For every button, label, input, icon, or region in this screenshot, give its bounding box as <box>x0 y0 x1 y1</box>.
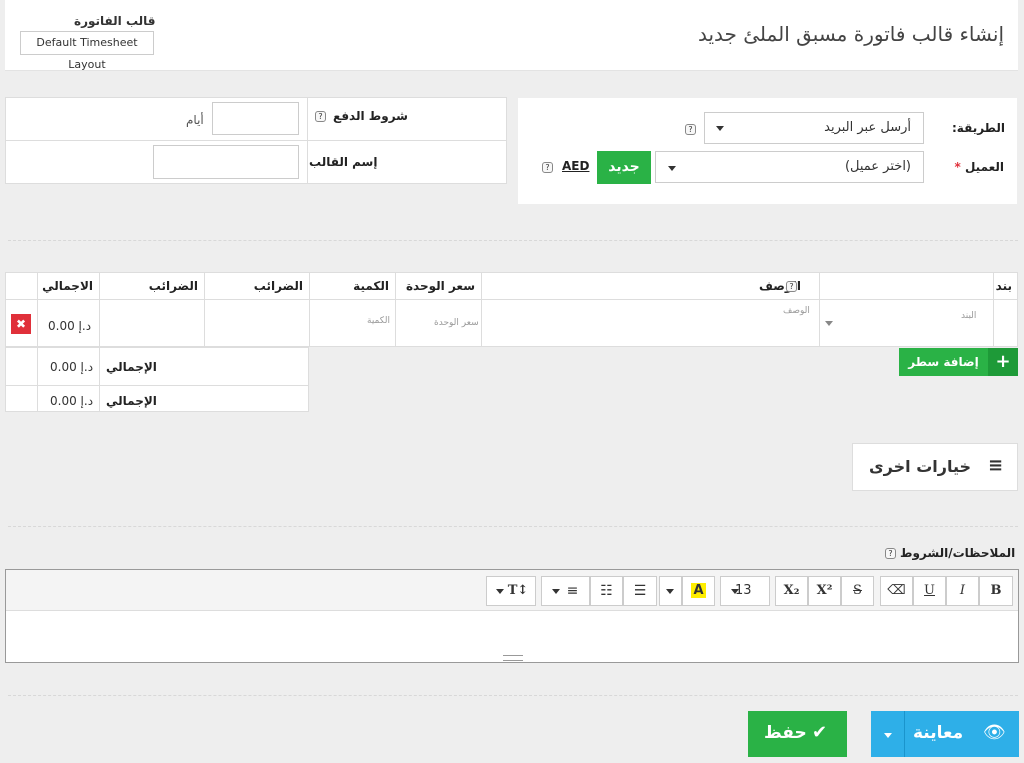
eraser-icon[interactable]: ⌫ <box>880 576 913 606</box>
bold-button[interactable]: B <box>979 576 1013 606</box>
menu-icon: ≡ <box>988 455 1004 476</box>
header-unit-price: سعر الوحدة <box>395 273 481 300</box>
chevron-down-icon <box>884 733 892 738</box>
description-input[interactable]: الوصف <box>783 306 810 316</box>
currency-link[interactable]: AED <box>562 159 589 173</box>
items-table: بند الوصف ? سعر الوحدة الكمية الضرائب ال… <box>5 272 1018 347</box>
header-description: الوصف <box>481 273 819 300</box>
save-label: حفظ <box>764 723 807 743</box>
bullet-list-icon[interactable]: ☰ <box>623 576 657 606</box>
panel-divider <box>6 140 506 141</box>
header-spacer <box>6 273 37 300</box>
item-select[interactable]: البند <box>961 311 976 321</box>
help-icon[interactable]: ? <box>685 124 696 135</box>
save-button[interactable]: حفظ ✔ <box>748 711 847 757</box>
header-total: الاجمالي <box>37 273 99 300</box>
total-value: 0.00 د.إ <box>50 394 94 408</box>
totals-row: الإجمالي 0.00 د.إ <box>5 347 309 386</box>
unit-price-input[interactable]: سعر الوحدة <box>434 318 479 328</box>
divider <box>8 240 1018 241</box>
chevron-down-icon <box>666 589 674 594</box>
chevron-down-icon <box>668 166 676 171</box>
preview-button[interactable]: معاينة 👁 <box>871 711 1019 757</box>
template-name-input[interactable] <box>153 145 299 179</box>
row-total: 0.00 د.إ <box>48 319 92 333</box>
days-label: أيام <box>186 113 204 127</box>
template-select-button[interactable]: Default Timesheet Layout <box>20 31 154 71</box>
column-divider <box>37 273 38 347</box>
column-divider <box>204 273 205 347</box>
strike-button[interactable]: S <box>841 576 874 606</box>
preview-label: معاينة <box>913 723 964 743</box>
numbered-list-icon[interactable]: ☷ <box>590 576 623 606</box>
template-label: قالب الفاتورة <box>74 14 156 28</box>
eye-icon: 👁 <box>983 722 1006 743</box>
subscript-button[interactable]: X₂ <box>775 576 808 606</box>
method-select[interactable]: أرسل عبر البريد <box>704 112 924 144</box>
column-divider <box>309 273 310 347</box>
column-divider <box>819 273 820 347</box>
template-name-label: إسم القالب <box>309 155 378 169</box>
page-title: إنشاء قالب فاتورة مسبق الملئ جديد <box>697 22 1004 46</box>
delete-row-icon[interactable]: ✖ <box>11 314 31 334</box>
quantity-input[interactable]: الكمية <box>367 316 390 326</box>
payment-terms-label: شروط الدفع <box>333 109 408 123</box>
chevron-down-icon <box>731 589 739 594</box>
chevron-down-icon <box>552 589 560 594</box>
client-placeholder: (اختر عميل) <box>844 159 911 174</box>
check-icon: ✔ <box>812 722 828 743</box>
help-icon[interactable]: ? <box>315 111 326 122</box>
panel-divider <box>307 98 308 183</box>
resize-handle-icon[interactable] <box>503 655 523 661</box>
highlight-button[interactable]: A <box>682 576 715 606</box>
font-size-select[interactable]: 13 <box>720 576 770 606</box>
align-dropdown[interactable]: ≡ <box>541 576 590 606</box>
chevron-down-icon <box>496 589 504 594</box>
total-label: الإجمالي <box>106 394 157 408</box>
header-tax-2: الضرائب <box>99 273 204 300</box>
client-label: العميل * <box>954 160 1004 174</box>
more-options-label: خيارات اخرى <box>869 457 972 476</box>
client-select[interactable]: (اختر عميل) <box>655 151 924 183</box>
total-value: 0.00 د.إ <box>50 360 94 374</box>
divider <box>8 695 1018 696</box>
chevron-down-icon <box>716 126 724 131</box>
method-value: أرسل عبر البريد <box>824 120 911 135</box>
header-item: بند <box>819 273 1018 300</box>
notes-label: الملاحظات/الشروط <box>900 546 1016 560</box>
method-label: الطريقة: <box>952 121 1005 135</box>
chevron-down-icon <box>825 321 833 326</box>
total-label: الإجمالي <box>106 360 157 374</box>
header-tax-1: الضرائب <box>204 273 309 300</box>
add-row-label: إضافة سطر <box>908 355 979 369</box>
column-divider <box>481 273 482 347</box>
column-divider <box>993 273 994 347</box>
header-quantity: الكمية <box>309 273 395 300</box>
new-client-button[interactable]: جديد <box>597 151 651 184</box>
help-icon[interactable]: ? <box>885 548 896 559</box>
column-divider <box>395 273 396 347</box>
more-options-button[interactable]: خيارات اخرى ≡ <box>852 443 1018 491</box>
divider <box>8 526 1018 527</box>
superscript-button[interactable]: X² <box>808 576 841 606</box>
column-divider <box>99 273 100 347</box>
help-icon[interactable]: ? <box>786 281 797 292</box>
plus-icon: + <box>988 348 1018 376</box>
add-row-button[interactable]: إضافة سطر + <box>899 348 1018 376</box>
help-icon[interactable]: ? <box>542 162 553 173</box>
payment-days-input[interactable] <box>212 102 299 135</box>
totals-row: الإجمالي 0.00 د.إ <box>5 385 309 412</box>
heading-dropdown[interactable]: T↕ <box>486 576 536 606</box>
italic-button[interactable]: I <box>946 576 979 606</box>
underline-button[interactable]: U <box>913 576 946 606</box>
